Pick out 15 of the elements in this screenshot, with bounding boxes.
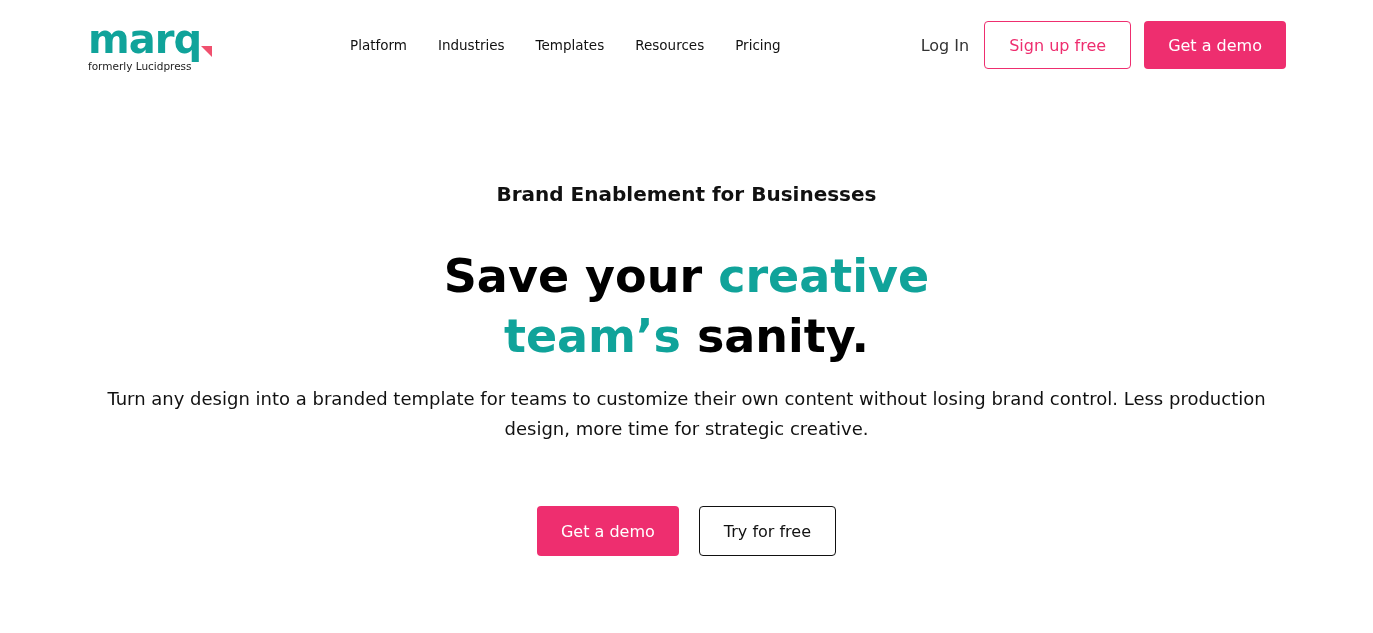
signup-button[interactable]: Sign up free: [984, 21, 1132, 69]
login-link[interactable]: Log In: [920, 35, 970, 55]
nav-link[interactable]: Templates: [535, 37, 605, 53]
hero-eyebrow: Brand Enablement for Businesses: [496, 182, 877, 206]
hero-headline: Save your creative team’s sanity.: [443, 248, 930, 365]
nav-link[interactable]: Platform: [350, 37, 407, 53]
hero-description: Turn any design into a branded template for teams to customize their own content without losing brand control. Less production design, more time for strategic creative.: [106, 387, 1267, 441]
nav-link[interactable]: Industries: [437, 37, 505, 53]
nav-link[interactable]: Pricing: [735, 37, 781, 53]
logo-tagline: formerly Lucidpress: [88, 59, 192, 72]
demo-button[interactable]: Get a demo: [1144, 21, 1286, 69]
demo-button[interactable]: Get a demo: [536, 506, 679, 556]
nav-link[interactable]: Resources: [635, 37, 705, 53]
try-free-button[interactable]: Try for free: [698, 506, 837, 556]
logo-triangle-icon: [201, 45, 213, 57]
